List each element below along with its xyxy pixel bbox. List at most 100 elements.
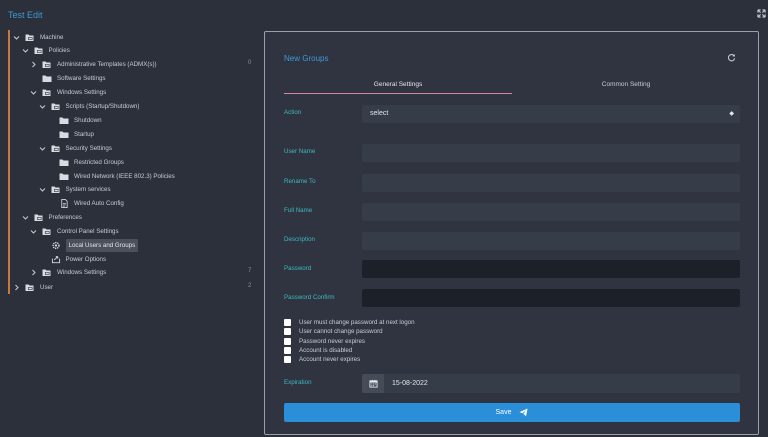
save-button[interactable]: Save — [284, 403, 740, 422]
chevron-down-icon[interactable] — [13, 34, 20, 41]
tree-item[interactable]: Machine — [13, 31, 63, 44]
tree-item[interactable]: Restricted Groups — [47, 156, 124, 169]
refresh-icon[interactable] — [727, 53, 736, 62]
tree-item[interactable]: Wired Network (IEEE 802.3) Policies — [47, 170, 175, 183]
app-title: Test Edit — [8, 10, 43, 20]
tree-item[interactable]: Windows Settings — [30, 266, 106, 279]
folder-icon — [42, 74, 52, 83]
expand-icon[interactable] — [757, 9, 766, 18]
tree-item[interactable]: Software Settings — [30, 72, 106, 85]
tree-item-label: Windows Settings — [57, 89, 107, 96]
action-select[interactable]: select ◆ — [362, 105, 740, 123]
folder-icon — [59, 116, 69, 125]
chevron-right-icon[interactable] — [30, 61, 37, 68]
tree-item[interactable]: Control Panel Settings — [30, 225, 119, 238]
tree-item[interactable]: Security Settings — [39, 142, 112, 155]
tree-item[interactable]: System services — [39, 183, 111, 196]
calendar-icon[interactable] — [362, 374, 384, 393]
rename-to-input[interactable] — [362, 174, 740, 192]
full-name-label: Full Name — [284, 207, 313, 214]
chevron-right-icon[interactable] — [30, 269, 37, 276]
action-label: Action — [284, 109, 302, 116]
tree-item[interactable]: Administrative Templates (ADMX(s)) — [30, 58, 157, 71]
checkbox-label: Account never expires — [299, 356, 361, 363]
new-groups-panel: New Groups General Settings Common Setti… — [264, 31, 759, 435]
folder-tree-icon — [51, 144, 61, 153]
tree-item-label: User — [40, 284, 54, 291]
folder-tree-icon — [42, 88, 52, 97]
tree-item[interactable]: Local Users and Groups — [39, 239, 139, 252]
password-label: Password — [284, 265, 312, 272]
checkbox-box[interactable] — [284, 347, 291, 354]
folder-tree-icon — [42, 227, 52, 236]
tree-item[interactable]: Windows Settings — [30, 86, 106, 99]
checkbox-password-never-expires[interactable]: Password never expires — [284, 337, 365, 346]
full-name-input[interactable] — [362, 203, 740, 221]
checkbox-label: Account is disabled — [299, 347, 353, 354]
expiration-date-input[interactable]: 15-08-2022 — [362, 374, 740, 393]
tree-item[interactable]: User — [13, 281, 53, 294]
tree-item-label: Policies — [48, 47, 70, 54]
action-select-value: select — [370, 110, 389, 117]
tab-general-settings[interactable]: General Settings — [284, 79, 512, 94]
tree-item[interactable]: Scripts (Startup/Shutdown) — [39, 100, 139, 113]
tree-item-label: Wired Network (IEEE 802.3) Policies — [74, 173, 175, 180]
power-options-icon — [51, 255, 61, 264]
tree-item[interactable]: Power Options — [39, 253, 107, 266]
file-icon — [59, 199, 69, 208]
folder-tree-icon — [34, 46, 44, 55]
checkbox-box[interactable] — [284, 328, 291, 335]
tree-item-label: Power Options — [65, 256, 107, 263]
checkbox-account-never-expires[interactable]: Account never expires — [284, 355, 360, 364]
password-input[interactable] — [362, 260, 740, 278]
checkbox-label: User must change password at next logon — [299, 319, 415, 326]
tree-item-label: Restricted Groups — [74, 159, 124, 166]
folder-tree-icon — [34, 213, 44, 222]
checkbox-must-change-password[interactable]: User must change password at next logon — [284, 318, 415, 327]
tree-item-label: Wired Auto Config — [74, 200, 124, 207]
folder-tree-icon — [25, 283, 35, 292]
tree-item-label: Machine — [40, 34, 64, 41]
chevron-down-icon[interactable] — [39, 145, 46, 152]
chevron-down-icon[interactable] — [22, 47, 29, 54]
panel-title: New Groups — [284, 54, 329, 63]
checkbox-account-disabled[interactable]: Account is disabled — [284, 346, 352, 355]
chevron-down-icon[interactable] — [39, 186, 46, 193]
folder-tree-icon — [25, 33, 35, 42]
tree-item[interactable]: Startup — [47, 128, 94, 141]
chevron-right-icon[interactable] — [13, 284, 20, 291]
tree-item[interactable]: Policies — [22, 44, 70, 57]
password-confirm-input[interactable] — [362, 289, 740, 307]
paper-plane-icon — [519, 408, 529, 417]
tree-item[interactable]: Wired Auto Config — [47, 197, 124, 210]
tree-item-label: Windows Settings — [57, 269, 107, 276]
chevron-down-icon[interactable] — [39, 103, 46, 110]
password-confirm-label: Password Confirm — [284, 294, 335, 301]
checkbox-box[interactable] — [284, 319, 291, 326]
checkbox-cannot-change-password[interactable]: User cannot change password — [284, 327, 383, 336]
folder-icon — [59, 158, 69, 167]
checkbox-box[interactable] — [284, 338, 291, 345]
policy-tree: Machine Policies Administrative Templates … — [8, 30, 256, 294]
tree-item[interactable]: Shutdown — [47, 114, 102, 127]
checkbox-box[interactable] — [284, 356, 291, 363]
tree-item-count: 2 — [248, 283, 252, 289]
tree-item-label: Shutdown — [74, 117, 102, 124]
tree-item-count: 0 — [248, 60, 252, 66]
tab-common-setting[interactable]: Common Setting — [512, 79, 740, 94]
rename-to-label: Rename To — [284, 178, 316, 185]
folder-tree-icon — [42, 268, 52, 277]
expiration-value: 15-08-2022 — [392, 380, 428, 387]
tree-item[interactable]: Preferences — [22, 211, 82, 224]
chevron-down-icon[interactable] — [30, 89, 37, 96]
user-name-input[interactable] — [362, 144, 740, 162]
description-input[interactable] — [362, 232, 740, 250]
chevron-down-icon[interactable] — [22, 214, 29, 221]
chevron-down-icon[interactable] — [30, 228, 37, 235]
